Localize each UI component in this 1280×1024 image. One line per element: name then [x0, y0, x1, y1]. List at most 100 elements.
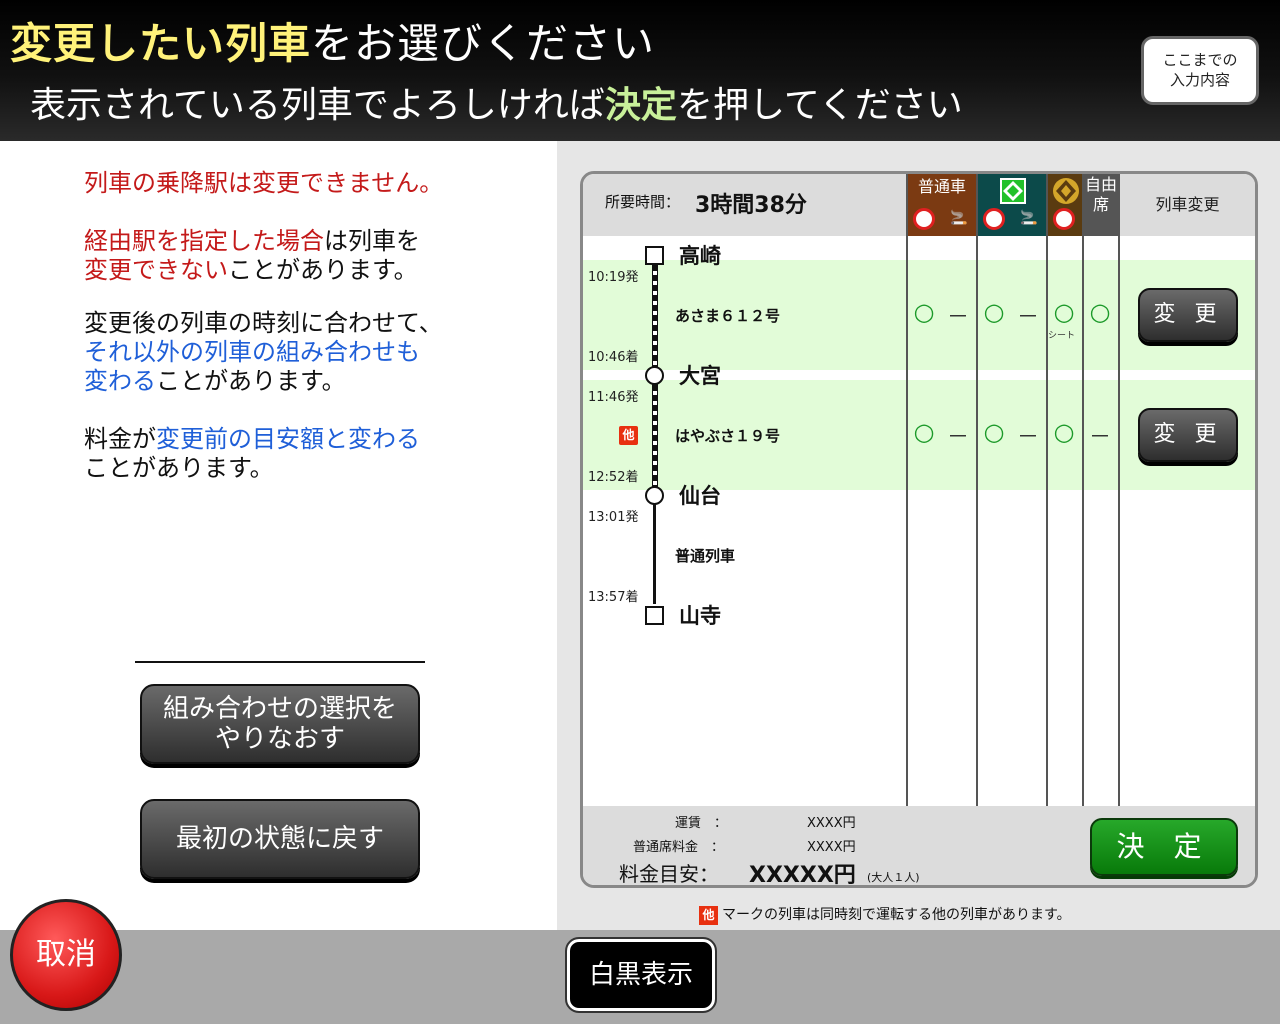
note-station-fixed: 列車の乗降駅は変更できません。 — [84, 169, 444, 197]
note-via-station: 経由駅を指定した場合は列車を 変更できないことがあります。 — [84, 227, 420, 285]
duration-label: 所要時間： — [605, 193, 681, 211]
estimate-note: (大人１人) — [867, 871, 920, 884]
note-text: 変更前の目安額と変わる — [156, 425, 420, 453]
base-fare-value: XXXX円 — [807, 816, 856, 831]
train-name: はやぶさ１９号 — [675, 427, 781, 445]
cancel-button[interactable]: 取消 — [10, 899, 122, 1011]
column-free-seat: 自由 席 — [1082, 174, 1118, 236]
column-green-car: 🚬 — [976, 174, 1046, 236]
page-subtitle: 表示されている列車でよろしければ決定を押してください — [30, 76, 963, 128]
arrival-time: 10:46着 — [588, 350, 639, 365]
station-marker — [645, 486, 664, 505]
smoking-icon: 🚬 — [950, 210, 968, 226]
availability-mark: － — [946, 305, 969, 330]
footnote: 他マークの列車は同時刻で運転する他の列車があります。 — [699, 904, 1071, 925]
confirm-button[interactable]: 決 定 — [1090, 818, 1238, 876]
note-text: ことがあります。 — [228, 256, 418, 284]
no-smoking-icon — [1053, 208, 1075, 230]
column-ordinary-car: 普通車 🚬 — [906, 174, 976, 236]
departure-time: 11:46発 — [588, 390, 639, 405]
note-text: それ以外の列車の組み合わせも — [84, 338, 420, 366]
column-label: 普通車 — [917, 177, 966, 196]
itinerary-panel: 所要時間： 3時間38分 普通車 🚬 🚬 自由 席 列車変更 高崎 大宮 仙台 … — [580, 171, 1258, 888]
availability-mark: － — [1016, 305, 1039, 330]
gran-class-icon — [1053, 178, 1079, 204]
footnote-text: マークの列車は同時刻で運転する他の列車があります。 — [722, 907, 1071, 923]
column-divider — [976, 236, 978, 806]
availability-mark: ○ — [1053, 418, 1075, 446]
seat-fare-label: 普通席料金 ： — [633, 840, 725, 855]
column-gran-class — [1046, 174, 1082, 236]
note-text: 変わる — [84, 367, 156, 395]
seat-type-note: シート — [1048, 331, 1076, 341]
note-text: 変更後の列車の時刻に合わせて、 — [84, 309, 443, 337]
no-smoking-icon — [983, 208, 1005, 230]
station-marker-start — [645, 246, 664, 265]
note-text: 変更できない — [84, 256, 228, 284]
route-line-local — [653, 504, 656, 604]
availability-mark: － — [1016, 425, 1039, 450]
page-title: 変更したい列車をお選びください — [10, 10, 655, 71]
note-text: 料金が — [84, 425, 156, 453]
column-divider — [1118, 236, 1120, 806]
estimate-label: 料金目安： — [619, 862, 719, 886]
notes-pane: 列車の乗降駅は変更できません。 経由駅を指定した場合は列車を 変更できないことが… — [0, 141, 557, 930]
column-train-change: 列車変更 — [1118, 174, 1255, 236]
arrival-time: 13:57着 — [588, 590, 639, 605]
train-name: 普通列車 — [675, 547, 736, 565]
divider — [135, 661, 425, 663]
availability-mark: ○ — [1053, 298, 1075, 326]
change-train-button[interactable]: 変 更 — [1138, 408, 1238, 462]
green-car-icon — [1000, 178, 1026, 204]
arrival-time: 12:52着 — [588, 470, 639, 485]
title-highlight: 変更したい列車 — [10, 19, 312, 68]
no-smoking-icon — [913, 208, 935, 230]
fare-summary: 運賃 ： XXXX円 普通席料金 ： XXXX円 料金目安： XXXXX円 (大… — [583, 806, 1255, 888]
other-train-mark: 他 — [619, 426, 638, 445]
redo-selection-button[interactable]: 組み合わせの選択を やりなおす — [140, 684, 420, 764]
base-fare-label: 運賃 ： — [675, 816, 728, 831]
availability-mark: ○ — [913, 298, 935, 326]
note-text: ことがあります。 — [156, 367, 346, 395]
note-text: 経由駅を指定した場合 — [84, 227, 324, 255]
availability-mark: － — [946, 425, 969, 450]
reset-button[interactable]: 最初の状態に戻す — [140, 799, 420, 879]
column-divider — [1082, 236, 1084, 806]
departure-time: 13:01発 — [588, 510, 639, 525]
column-divider — [1046, 236, 1048, 806]
title-rest: をお選びください — [311, 19, 656, 68]
availability-mark: ○ — [983, 418, 1005, 446]
station-marker — [645, 366, 664, 385]
note-combination: 変更後の列車の時刻に合わせて、 それ以外の列車の組み合わせも 変わることがありま… — [84, 309, 443, 396]
station-marker-end — [645, 606, 664, 625]
subtitle-post: を押してください — [676, 85, 963, 126]
itinerary-pane: 所要時間： 3時間38分 普通車 🚬 🚬 自由 席 列車変更 高崎 大宮 仙台 … — [557, 141, 1280, 930]
train-name: あさま６１２号 — [675, 307, 781, 325]
smoking-icon: 🚬 — [1020, 210, 1038, 226]
note-text: ことがあります。 — [84, 454, 274, 482]
other-train-mark: 他 — [699, 905, 718, 925]
monochrome-display-button[interactable]: 白黒表示 — [565, 937, 717, 1013]
availability-mark: ○ — [1089, 298, 1111, 326]
station-name: 大宮 — [679, 364, 721, 388]
availability-mark: ○ — [913, 418, 935, 446]
estimate-value: XXXXX円 — [749, 863, 856, 888]
change-train-button[interactable]: 変 更 — [1138, 288, 1238, 342]
availability-mark: － — [1088, 425, 1111, 450]
note-text: は列車を — [324, 227, 420, 255]
station-name: 高崎 — [679, 244, 721, 268]
header: 変更したい列車をお選びください 表示されている列車でよろしければ決定を押してくだ… — [0, 0, 1280, 141]
availability-mark: ○ — [983, 298, 1005, 326]
column-divider — [906, 236, 908, 806]
seat-fare-value: XXXX円 — [807, 840, 856, 855]
route-line-shinkansen — [652, 264, 658, 368]
departure-time: 10:19発 — [588, 270, 639, 285]
subtitle-highlight: 決定 — [604, 85, 677, 126]
duration-value: 3時間38分 — [695, 193, 807, 218]
note-fare: 料金が変更前の目安額と変わる ことがあります。 — [84, 425, 420, 483]
station-name: 山寺 — [679, 604, 721, 628]
subtitle-pre: 表示されている列車でよろしければ — [30, 85, 605, 126]
station-name: 仙台 — [679, 484, 721, 508]
route-line-shinkansen — [652, 384, 658, 488]
input-summary-button[interactable]: ここまでの 入力内容 — [1141, 36, 1259, 105]
